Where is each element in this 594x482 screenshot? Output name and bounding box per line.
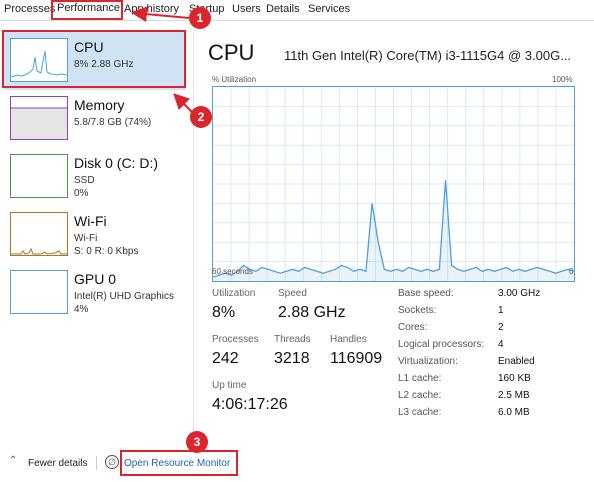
annotation-badge-1: 1 <box>189 7 211 29</box>
arrow-to-performance-tab <box>131 6 190 23</box>
annotation-badge-3: 3 <box>186 431 208 453</box>
annotation-arrows <box>131 6 193 113</box>
arrow-to-cpu-item <box>173 93 193 113</box>
annotation-badge-2: 2 <box>190 106 212 128</box>
